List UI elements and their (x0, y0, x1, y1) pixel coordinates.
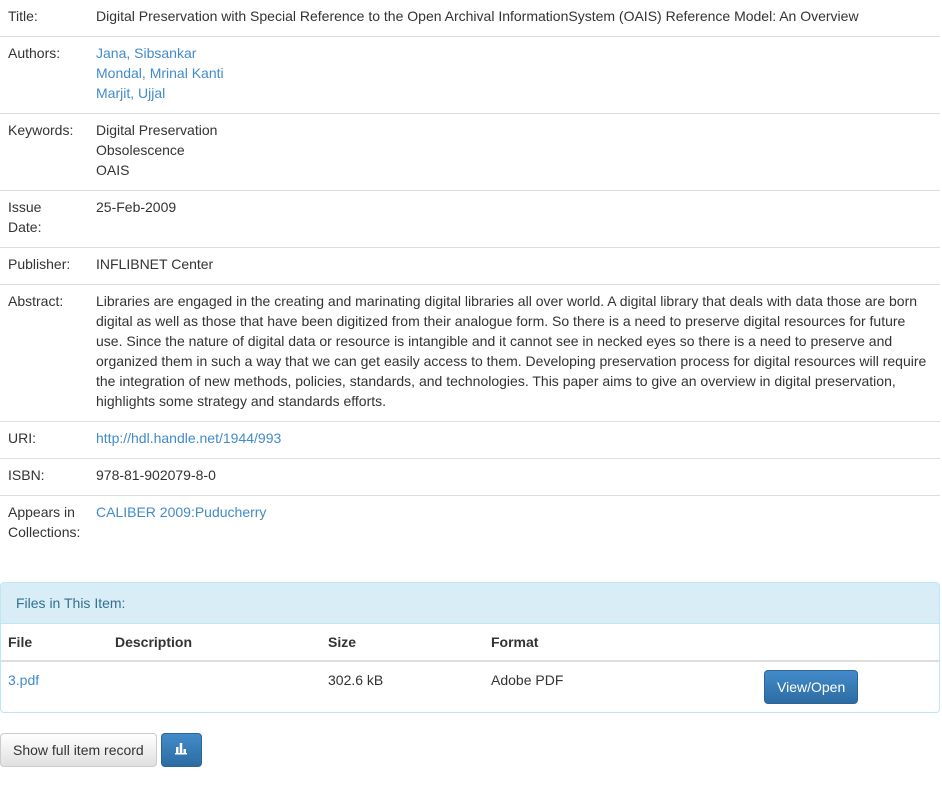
authors-row: Authors: Jana, Sibsankar Mondal, Mrinal … (0, 36, 940, 114)
title-value: Digital Preservation with Special Refere… (96, 8, 859, 24)
item-page: Title: Digital Preservation with Special… (0, 0, 940, 767)
files-header-row: File Description Size Format (1, 624, 939, 662)
issue-date-label: Issue Date: (0, 190, 88, 248)
title-row: Title: Digital Preservation with Special… (0, 0, 940, 37)
collection-link[interactable]: CALIBER 2009:Puducherry (96, 504, 266, 520)
file-format: Adobe PDF (491, 672, 564, 688)
keywords-row: Keywords: Digital Preservation Obsolesce… (0, 113, 940, 191)
keywords-list: Digital Preservation Obsolescence OAIS (88, 113, 940, 191)
column-header-description: Description (108, 624, 321, 662)
collections-label: Appears in Collections: (0, 495, 88, 552)
authors-label: Authors: (0, 36, 88, 114)
collections-label-line: Appears in (8, 504, 75, 520)
file-description (108, 661, 321, 712)
publisher-label: Publisher: (0, 247, 88, 285)
abstract-row: Abstract: Libraries are engaged in the c… (0, 284, 940, 422)
item-actions: Show full item record (0, 733, 940, 767)
uri-label: URI: (0, 421, 88, 459)
isbn-row: ISBN: 978-81-902079-8-0 (0, 458, 940, 496)
isbn-value: 978-81-902079-8-0 (88, 458, 940, 496)
keyword: Obsolescence (96, 142, 185, 158)
issue-date-label-line: Issue (8, 199, 42, 215)
files-table: File Description Size Format 3.pdf 302.6… (1, 624, 939, 712)
title-label: Title: (8, 8, 38, 24)
uri-row: URI: http://hdl.handle.net/1944/993 (0, 421, 940, 459)
column-header-file: File (1, 624, 108, 662)
column-header-action (757, 624, 939, 662)
files-panel-heading: Files in This Item: (1, 583, 939, 624)
statistics-button[interactable] (160, 733, 202, 767)
keyword: Digital Preservation (96, 122, 218, 138)
collections-row: Appears in Collections: CALIBER 2009:Pud… (0, 495, 940, 552)
collections-label-line: Collections: (8, 524, 81, 540)
author-link[interactable]: Jana, Sibsankar (96, 45, 196, 61)
issue-date-label-line: Date: (8, 219, 42, 235)
author-link[interactable]: Marjit, Ujjal (96, 85, 165, 101)
item-metadata-table: Title: Digital Preservation with Special… (0, 0, 940, 552)
isbn-label: ISBN: (0, 458, 88, 496)
view-open-button[interactable]: View/Open (764, 670, 859, 704)
keywords-label: Keywords: (0, 113, 88, 191)
show-full-record-button[interactable]: Show full item record (0, 733, 157, 767)
abstract-label: Abstract: (0, 284, 88, 422)
publisher-row: Publisher: INFLIBNET Center (0, 247, 940, 285)
file-size: 302.6 kB (328, 672, 384, 688)
keyword: OAIS (96, 162, 130, 178)
table-row: 3.pdf 302.6 kB Adobe PDF View/Open (1, 661, 939, 712)
files-panel: Files in This Item: File Description Siz… (0, 582, 940, 713)
authors-list: Jana, Sibsankar Mondal, Mrinal Kanti Mar… (88, 36, 940, 114)
issue-date-value: 25-Feb-2009 (88, 190, 940, 248)
abstract-value: Libraries are engaged in the creating an… (88, 284, 940, 422)
file-link[interactable]: 3.pdf (8, 672, 39, 688)
column-header-size: Size (321, 624, 484, 662)
column-header-format: Format (484, 624, 757, 662)
bar-chart-icon (174, 740, 188, 760)
author-link[interactable]: Mondal, Mrinal Kanti (96, 65, 224, 81)
uri-link[interactable]: http://hdl.handle.net/1944/993 (96, 430, 281, 446)
issue-date-row: Issue Date: 25-Feb-2009 (0, 190, 940, 248)
publisher-value: INFLIBNET Center (88, 247, 940, 285)
